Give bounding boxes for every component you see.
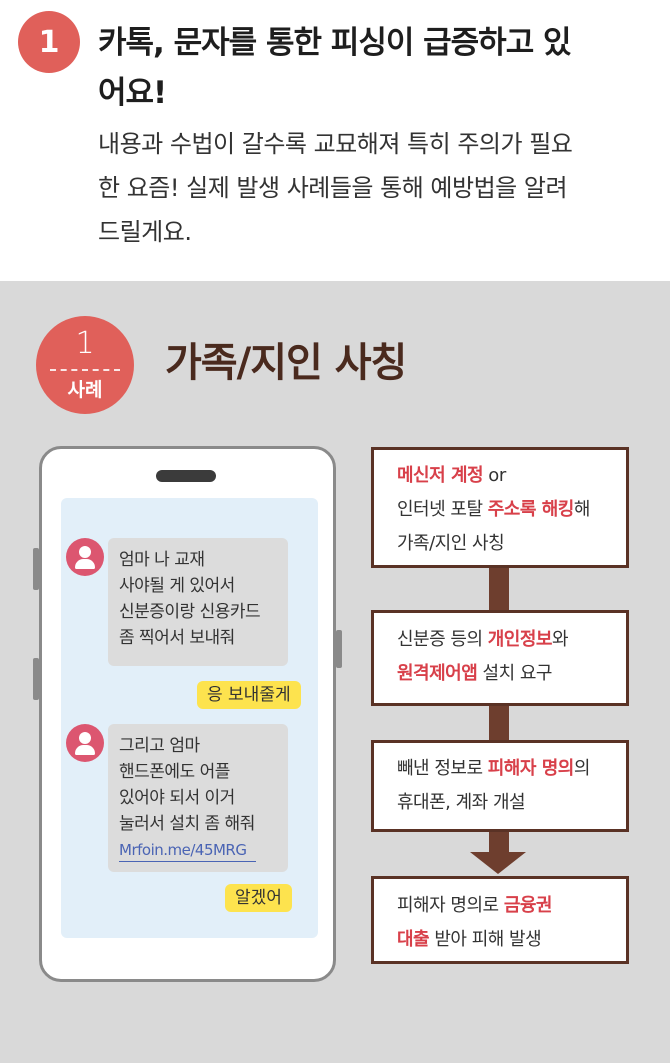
headline-line: 어요! [98, 75, 167, 111]
intro-description: 내용과 수법이 갈수록 교묘해져 특히 주의가 필요 한 요즘! 실제 발생 사… [98, 122, 658, 254]
chat-message-outgoing: 응 보내줄게 [197, 681, 301, 709]
headline-line: 카톡, 문자를 통한 피싱이 급증하고 있 [98, 25, 572, 61]
message-line: 그리고 엄마 [119, 736, 200, 756]
message-line: 사야될 게 있어서 [119, 576, 235, 596]
flow-text: 휴대폰, 계좌 개설 [397, 792, 526, 813]
case-title: 가족/지인 사칭 [165, 340, 407, 386]
message-line: 핸드폰에도 어플 [119, 762, 230, 782]
highlight-text: 피해자 명의 [487, 758, 575, 779]
intro-number-badge: 1 [18, 11, 80, 73]
flow-text: 와 [552, 629, 569, 650]
flow-text: 인터넷 포탈 [397, 499, 488, 520]
case-number: 1 [75, 326, 95, 361]
case-label: 사례 [67, 379, 103, 401]
message-line: 좀 찍어서 보내줘 [119, 628, 235, 648]
highlight-text: 원격제어앱 [397, 663, 478, 684]
flow-text: 의 [573, 758, 591, 779]
flow-connector [489, 565, 509, 613]
chat-message-incoming: 엄마 나 교재 사야될 게 있어서 신분증이랑 신용카드 좀 찍어서 보내줘 [108, 538, 288, 666]
flow-connector [489, 830, 509, 854]
message-line: 신분증이랑 신용카드 [119, 602, 261, 622]
message-line: 눌러서 설치 좀 해줘 [119, 814, 255, 834]
user-avatar-icon [66, 538, 104, 576]
description-line: 한 요즘! 실제 발생 사례들을 통해 예방법을 알려 [98, 174, 568, 202]
phishing-link[interactable]: Mrfoin.me/45MRG [119, 839, 257, 862]
intro-headline: 카톡, 문자를 통한 피싱이 급증하고 있 어요! [98, 18, 648, 118]
flow-text: 설치 요구 [477, 663, 553, 684]
description-line: 드릴게요. [98, 218, 192, 246]
flow-text: or [483, 465, 506, 486]
flow-text: 피해자 명의로 [397, 895, 504, 916]
phone-side-button [336, 630, 342, 668]
description-line: 내용과 수법이 갈수록 교묘해져 특히 주의가 필요 [98, 130, 573, 158]
flow-step-2: 신분증 등의 개인정보와 원격제어앱 설치 요구 [371, 610, 629, 706]
highlight-text: 대출 [397, 929, 430, 950]
flow-text: 해 [573, 499, 591, 520]
user-avatar-icon [66, 724, 104, 762]
down-arrow-icon [470, 852, 526, 874]
highlight-text: 주소록 해킹 [487, 499, 575, 520]
highlight-text: 메신저 계정 [397, 465, 484, 486]
flow-text: 가족/지인 사칭 [397, 533, 505, 554]
highlight-text: 개인정보 [487, 629, 553, 650]
flow-step-1: 메신저 계정 or 인터넷 포탈 주소록 해킹해 가족/지인 사칭 [371, 447, 629, 568]
chat-message-incoming: 그리고 엄마 핸드폰에도 어플 있어야 되서 이거 눌러서 설치 좀 해줘 Mr… [108, 724, 288, 872]
flow-connector [489, 703, 509, 743]
flow-step-4: 피해자 명의로 금융권 대출 받아 피해 발생 [371, 876, 629, 964]
case-badge-divider [50, 369, 120, 371]
flow-text: 받아 피해 발생 [429, 929, 542, 950]
flow-step-3: 빼낸 정보로 피해자 명의의 휴대폰, 계좌 개설 [371, 740, 629, 832]
flow-text: 신분증 등의 [397, 629, 488, 650]
message-line: 있어야 되서 이거 [119, 788, 235, 808]
flow-text: 빼낸 정보로 [397, 758, 488, 779]
message-line: 엄마 나 교재 [119, 550, 205, 570]
highlight-text: 금융권 [503, 895, 553, 916]
case-badge: 1 사례 [36, 316, 134, 414]
phone-speaker [156, 470, 216, 482]
chat-message-outgoing: 알겠어 [225, 884, 292, 912]
intro-section: 1 카톡, 문자를 통한 피싱이 급증하고 있 어요! 내용과 수법이 갈수록 … [0, 0, 670, 281]
